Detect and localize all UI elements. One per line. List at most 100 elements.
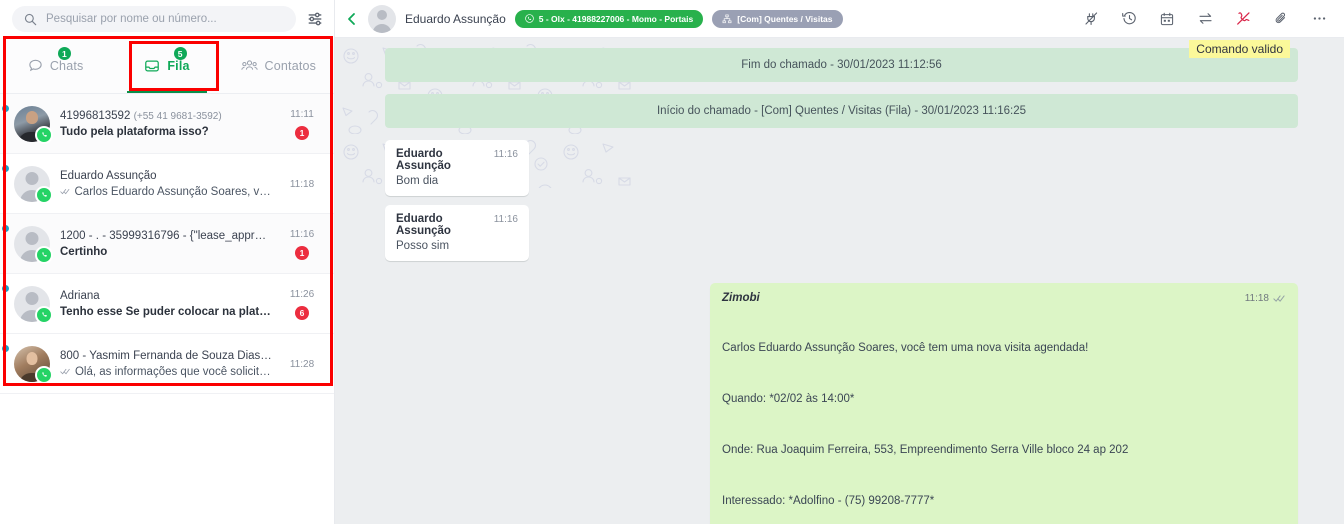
- tab-chats[interactable]: Chats 1: [0, 38, 111, 93]
- whatsapp-icon: [41, 192, 47, 197]
- chat-item-title: Eduardo Assunção: [60, 170, 272, 182]
- message-line: Carlos Eduardo Assunção Soares, você tem…: [722, 342, 1089, 354]
- message-meta: 11:18: [1245, 293, 1286, 304]
- tab-contatos-label: Contatos: [264, 58, 317, 73]
- message-sender: Eduardo Assunção: [396, 148, 451, 172]
- incoming-message[interactable]: Eduardo Assunção 11:16 Posso sim: [385, 205, 529, 261]
- paperclip-icon[interactable]: [1262, 0, 1300, 38]
- chat-list-item[interactable]: Eduardo Assunção Carlos Eduardo Assunção …: [0, 154, 334, 214]
- chat-item-meta: 11:11 1: [282, 107, 322, 140]
- tab-contatos[interactable]: Contatos: [223, 38, 334, 93]
- chat-item-content: 1200 - . - 35999316796 - {"lease_approac…: [60, 230, 272, 258]
- queue-chip-label: 5 - Olx - 41988227006 - Momo - Portais: [538, 13, 694, 24]
- chat-preview-text: Olá, as informações que você solicitou s…: [74, 365, 272, 378]
- message-sender: Eduardo Assunção: [396, 213, 451, 237]
- whatsapp-channel-badge: [35, 305, 53, 324]
- chat-item-meta: 11:28: [282, 357, 322, 370]
- search-row: [0, 0, 334, 38]
- whatsapp-icon: [41, 312, 47, 317]
- plug-icon[interactable]: [1072, 0, 1110, 38]
- chat-item-time: 11:16: [289, 229, 315, 240]
- whatsapp-channel-badge: [35, 245, 53, 264]
- message-text: Posso sim: [396, 240, 450, 252]
- chat-item-preview: Olá, as informações que você solicitou s…: [60, 366, 272, 378]
- conversation-header: Eduardo Assunção 5 - Olx - 41988227006 -…: [335, 0, 1344, 38]
- chat-list-item[interactable]: 41996813592 (+55 41 9681-3592) Tudo pela …: [0, 94, 334, 154]
- whatsapp-channel-badge: [35, 185, 53, 204]
- tab-fila-label: Fila: [167, 58, 190, 73]
- chat-item-content: Adriana Tenho esse Se puder colocar na pl…: [60, 290, 272, 318]
- whatsapp-icon: [41, 252, 47, 257]
- chat-item-content: 800 - Yasmim Fernanda de Souza Dias - 21…: [60, 350, 272, 378]
- tab-fila[interactable]: Fila 5: [111, 38, 222, 93]
- chat-list-item[interactable]: 1200 - . - 35999316796 - {"lease_approac…: [0, 214, 334, 274]
- double-check-icon: [60, 368, 70, 375]
- message-line: Quando: *02/02 às 14:00*: [722, 393, 855, 405]
- chat-item-meta: 11:26 6: [282, 287, 322, 320]
- avatar: [14, 285, 53, 324]
- unread-marker-dot: [2, 345, 9, 352]
- search-box[interactable]: [12, 6, 296, 32]
- message-time: 11:18: [1244, 293, 1269, 304]
- whatsapp-icon: [41, 372, 47, 377]
- inbox-tray-icon: [145, 59, 160, 72]
- chat-item-content: Eduardo Assunção Carlos Eduardo Assunção …: [60, 170, 272, 198]
- outgoing-message[interactable]: Zimobi 11:18 Carlos Eduardo Assunção Soa…: [710, 283, 1298, 524]
- chat-item-meta: 11:16 1: [282, 227, 322, 260]
- more-options-icon[interactable]: [1300, 0, 1338, 38]
- message-list: Fim do chamado - 30/01/2023 11:12:56 Iní…: [385, 48, 1298, 524]
- chat-item-time: 11:18: [289, 179, 315, 190]
- avatar: [14, 345, 53, 384]
- chat-item-time: 11:28: [289, 359, 315, 370]
- tab-fila-badge: 5: [173, 47, 187, 60]
- calendar-icon[interactable]: [1148, 0, 1186, 38]
- chat-list-item[interactable]: 800 - Yasmim Fernanda de Souza Dias - 21…: [0, 334, 334, 394]
- app-root: Chats 1 Fila 5: [0, 0, 1344, 524]
- tab-active-underline: [126, 91, 208, 93]
- contacts-group-icon: [240, 60, 258, 70]
- chat-item-title: Adriana: [60, 290, 272, 302]
- chat-title-text: 1200 - . - 35999316796 - {"lease_approac…: [60, 229, 272, 242]
- conversations-panel: Chats 1 Fila 5: [0, 0, 335, 524]
- transfer-arrows-icon[interactable]: [1186, 0, 1224, 38]
- chat-title-text: Adriana: [60, 289, 100, 302]
- unread-count-badge: 1: [295, 246, 309, 260]
- chat-item-time: 11:26: [289, 289, 315, 300]
- message-body: Carlos Eduardo Assunção Soares, você tem…: [722, 306, 1286, 524]
- message-line: Interessado: *Adolfino - (75) 99208-7777…: [722, 495, 935, 507]
- whatsapp-icon: [524, 14, 534, 23]
- filter-sliders-icon[interactable]: [306, 10, 324, 28]
- whatsapp-icon: [41, 132, 47, 137]
- chat-list: 41996813592 (+55 41 9681-3592) Tudo pela …: [0, 94, 334, 394]
- chat-list-item[interactable]: Adriana Tenho esse Se puder colocar na pl…: [0, 274, 334, 334]
- avatar: [14, 165, 53, 204]
- tag-chip-label: [Com] Quentes / Visitas: [737, 13, 833, 24]
- chat-item-title: 800 - Yasmim Fernanda de Souza Dias - 21…: [60, 350, 272, 362]
- contact-name: Eduardo Assunção: [405, 11, 506, 26]
- queue-chip[interactable]: 5 - Olx - 41988227006 - Momo - Portais: [514, 9, 704, 28]
- chat-bubble-icon: [29, 59, 42, 72]
- message-area[interactable]: Fim do chamado - 30/01/2023 11:12:56 Iní…: [335, 38, 1344, 524]
- history-clock-icon[interactable]: [1110, 0, 1148, 38]
- tab-chats-label: Chats: [49, 58, 84, 73]
- unread-marker-dot: [2, 105, 9, 112]
- avatar: [14, 225, 53, 264]
- chevron-left-icon[interactable]: [345, 12, 359, 26]
- message-header: Zimobi 11:18: [722, 292, 1286, 304]
- whatsapp-channel-badge: [35, 365, 53, 384]
- unread-count-badge: 1: [295, 126, 309, 140]
- unread-marker-dot: [2, 285, 9, 292]
- unread-marker-dot: [2, 225, 9, 232]
- search-input[interactable]: [46, 13, 284, 25]
- chat-item-time: 11:11: [290, 109, 314, 120]
- incoming-message[interactable]: Eduardo Assunção 11:16 Bom dia: [385, 140, 529, 196]
- message-sender: Zimobi: [722, 292, 760, 304]
- tag-chip[interactable]: [Com] Quentes / Visitas: [712, 9, 843, 28]
- system-message: Início do chamado - [Com] Quentes / Visi…: [385, 94, 1298, 128]
- chat-preview-text: Tenho esse Se puder colocar na platafor.…: [60, 305, 272, 318]
- conversation-panel: Eduardo Assunção 5 - Olx - 41988227006 -…: [335, 0, 1344, 524]
- chat-item-content: 41996813592 (+55 41 9681-3592) Tudo pela …: [60, 110, 272, 138]
- chat-item-preview: Tudo pela plataforma isso?: [60, 126, 272, 138]
- chat-title-text: 41996813592: [60, 109, 131, 122]
- phone-off-icon[interactable]: [1224, 0, 1262, 38]
